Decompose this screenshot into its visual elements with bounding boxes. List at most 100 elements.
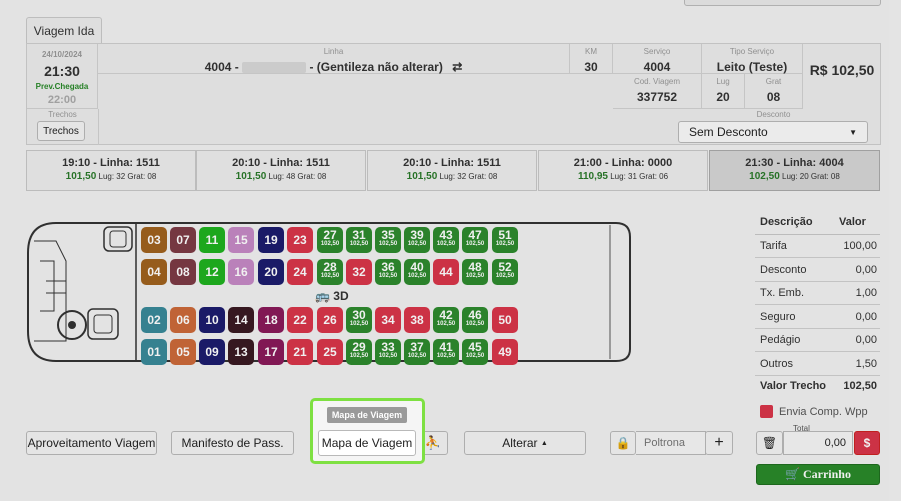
summary-row: Tx. Emb. 1,00 (755, 282, 880, 305)
seat[interactable]: 37 102,50 (404, 339, 430, 365)
refresh-icon[interactable]: ⇄ (452, 60, 462, 74)
trip-lug-grat: Lug: 32 Grat: 08 (439, 172, 498, 181)
summary-key: Outros (760, 357, 794, 370)
poltrona-input[interactable] (636, 431, 706, 455)
seat[interactable]: 09 (199, 339, 225, 365)
aproveitamento-button[interactable]: Aproveitamento Viagem (26, 431, 157, 455)
seat-number: 17 (264, 345, 278, 359)
seat[interactable]: 21 (287, 339, 313, 365)
seat[interactable]: 17 (258, 339, 284, 365)
seat-number: 15 (234, 233, 248, 247)
seat[interactable]: 39 102,50 (404, 227, 430, 253)
trip-lug-grat: Lug: 48 Grat: 08 (268, 172, 327, 181)
price-cell: R$ 102,50 (803, 44, 881, 98)
seat[interactable]: 35 102,50 (375, 227, 401, 253)
mapa-viagem-button[interactable]: Mapa de Viagem (318, 430, 416, 456)
seat[interactable]: 38 (404, 307, 430, 333)
total-field[interactable]: 0,00 (783, 431, 853, 455)
manifesto-button[interactable]: Manifesto de Pass. (171, 431, 294, 455)
seat[interactable]: 24 (287, 259, 313, 285)
seat[interactable]: 10 (199, 307, 225, 333)
desconto-select[interactable]: Sem Desconto ▼ (678, 121, 868, 143)
tab-viagem-ida[interactable]: Viagem Ida (26, 17, 102, 44)
seat[interactable]: 52 102,50 (492, 259, 518, 285)
seat[interactable]: 22 (287, 307, 313, 333)
seat[interactable]: 03 (141, 227, 167, 253)
seat[interactable]: 31 102,50 (346, 227, 372, 253)
seat[interactable]: 12 (199, 259, 225, 285)
seat[interactable]: 41 102,50 (433, 339, 459, 365)
carrinho-button[interactable]: 🛒 Carrinho (756, 464, 880, 485)
seat[interactable]: 43 102,50 (433, 227, 459, 253)
trechos-button[interactable]: Trechos (37, 121, 85, 141)
trip-option[interactable]: 19:10 - Linha: 1511 101,50 Lug: 32 Grat: … (26, 150, 196, 191)
seat[interactable]: 32 (346, 259, 372, 285)
trip-time-line: 20:10 - Linha: 1511 (403, 157, 501, 169)
seat[interactable]: 33 102,50 (375, 339, 401, 365)
seat-number: 11 (205, 233, 219, 247)
seat[interactable]: 23 (287, 227, 313, 253)
seat[interactable]: 46 102,50 (462, 307, 488, 333)
seat[interactable]: 36 102,50 (375, 259, 401, 285)
trip-option[interactable]: 20:10 - Linha: 1511 101,50 Lug: 32 Grat: … (367, 150, 537, 191)
seat[interactable]: 49 (492, 339, 518, 365)
seat[interactable]: 44 (433, 259, 459, 285)
trip-option[interactable]: 21:30 - Linha: 4004 102,50 Lug: 20 Grat: … (709, 150, 880, 191)
seat[interactable]: 07 (170, 227, 196, 253)
seat[interactable]: 20 (258, 259, 284, 285)
bus-3d-toggle[interactable]: 🚌 3D (315, 289, 349, 303)
seat[interactable]: 11 (199, 227, 225, 253)
seat[interactable]: 18 (258, 307, 284, 333)
trip-time-line: 19:10 - Linha: 1511 (62, 157, 160, 169)
cod-value: 337752 (636, 90, 678, 104)
linha-name: - (Gentileza não alterar) (309, 60, 443, 74)
seat[interactable]: 04 (141, 259, 167, 285)
wpp-checkbox[interactable] (760, 405, 773, 418)
seat-number: 42 (439, 308, 453, 322)
trip-price: 102,50 (749, 171, 780, 182)
seat-number: 47 (468, 228, 482, 242)
seat[interactable]: 14 (228, 307, 254, 333)
trip-price: 101,50 (235, 171, 267, 182)
seat[interactable]: 02 (141, 307, 167, 333)
seat[interactable]: 30 102,50 (346, 307, 372, 333)
seat[interactable]: 34 (375, 307, 401, 333)
seat[interactable]: 26 (317, 307, 343, 333)
seat[interactable]: 47 102,50 (462, 227, 488, 253)
seat[interactable]: 27 102,50 (317, 227, 343, 253)
alterar-button[interactable]: Alterar ▲ (464, 431, 586, 455)
trip-option[interactable]: 20:10 - Linha: 1511 101,50 Lug: 48 Grat: … (196, 150, 366, 191)
seat-number: 34 (381, 313, 395, 327)
seat[interactable]: 05 (170, 339, 196, 365)
trip-option[interactable]: 21:00 - Linha: 0000 110,95 Lug: 31 Grat: … (538, 150, 708, 191)
seat[interactable]: 08 (170, 259, 196, 285)
seat[interactable]: 42 102,50 (433, 307, 459, 333)
carrinho-label: Carrinho (802, 467, 851, 481)
seat[interactable]: 01 (141, 339, 167, 365)
seat[interactable]: 13 (228, 339, 254, 365)
dollar-icon[interactable]: $ (854, 431, 880, 455)
lock-icon[interactable]: 🔒 (610, 431, 636, 455)
seat[interactable]: 15 (228, 227, 254, 253)
trash-icon[interactable]: 🗑 (756, 431, 783, 455)
seat-number: 49 (498, 345, 512, 359)
seat[interactable]: 48 102,50 (462, 259, 488, 285)
seat[interactable]: 51 102,50 (492, 227, 518, 253)
seat-number: 41 (439, 340, 453, 354)
plus-icon[interactable]: + (705, 431, 733, 455)
seat[interactable]: 19 (258, 227, 284, 253)
seat[interactable]: 40 102,50 (404, 259, 430, 285)
seat-price: 102,50 (378, 241, 398, 247)
seat[interactable]: 45 102,50 (462, 339, 488, 365)
seat[interactable]: 50 (492, 307, 518, 333)
summary-key: Tarifa (760, 240, 787, 252)
summary-value: 1,00 (855, 287, 877, 299)
cod-viagem-cell: Cod. Viagem 337752 (613, 74, 702, 109)
seat[interactable]: 06 (170, 307, 196, 333)
seat[interactable]: 29 102,50 (346, 339, 372, 365)
top-partial-box (684, 0, 881, 6)
seat[interactable]: 25 (317, 339, 343, 365)
seat[interactable]: 16 (228, 259, 254, 285)
seat[interactable]: 28 102,50 (317, 259, 343, 285)
seat-number: 09 (205, 345, 219, 359)
